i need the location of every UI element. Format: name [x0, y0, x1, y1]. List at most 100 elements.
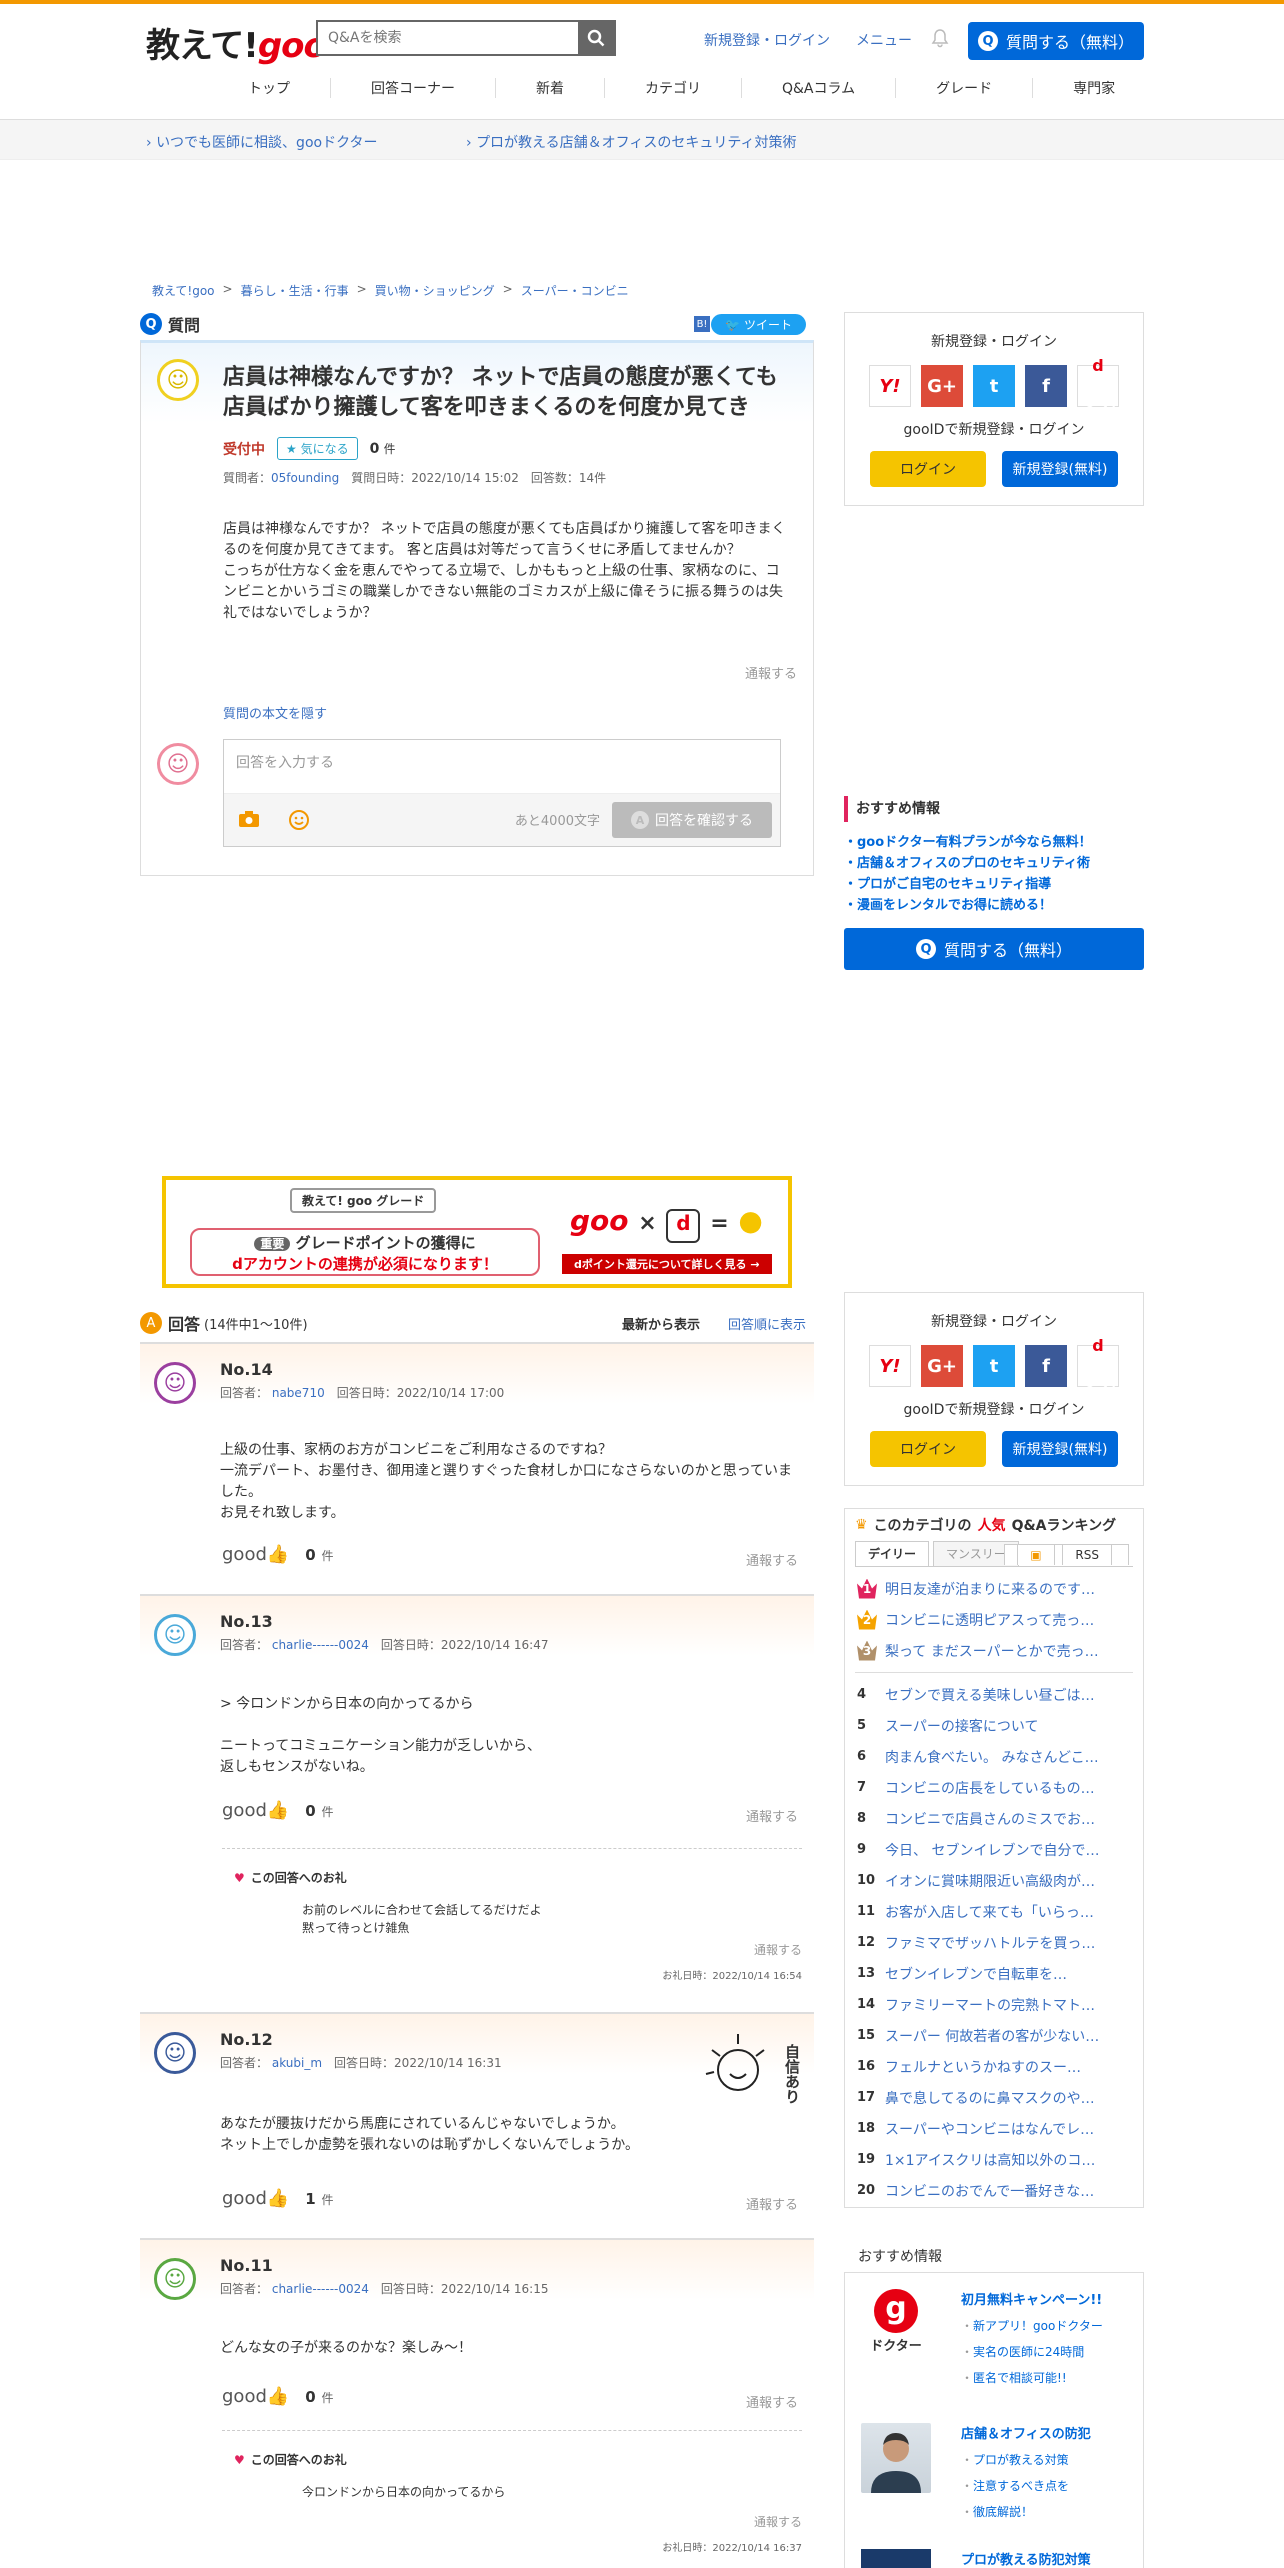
login-button[interactable]: ログイン	[870, 1431, 986, 1467]
twitter-login-icon[interactable]: t	[973, 365, 1015, 407]
good-button[interactable]: good👍 0 件	[222, 1544, 333, 1565]
bell-icon[interactable]	[930, 28, 950, 48]
search-input[interactable]	[318, 22, 578, 54]
ranking-item[interactable]: 20 コンビニのおでんで一番好きな…	[845, 2175, 1143, 2206]
promo-link-doctor[interactable]: › いつでも医師に相談、gooドクター	[146, 132, 378, 152]
ranking-item[interactable]: 4 セブンで買える美味しい昼ごは…	[845, 1679, 1143, 1710]
breadcrumb-item[interactable]: 教えて!goo	[152, 282, 215, 299]
ranking-item[interactable]: 7 コンビニの店長をしているもの…	[845, 1772, 1143, 1803]
ranking-item[interactable]: 6 肉まん食べたい。 みなさんどこ…	[845, 1741, 1143, 1772]
search-button[interactable]	[578, 22, 614, 54]
answerer-link[interactable]: charlie------0024	[272, 1638, 369, 1652]
ranking-item[interactable]: 1 明日友達が泊まりに来るのです…	[845, 1573, 1143, 1604]
yahoo-login-icon[interactable]: Y!	[869, 365, 911, 407]
breadcrumb-item[interactable]: 買い物・ショッピング	[375, 282, 495, 299]
answer-line-blank	[220, 1715, 800, 1736]
recommend-item[interactable]: ・プロがご自宅のセキュリティ指導	[844, 874, 1144, 895]
answerer-link[interactable]: akubi_m	[272, 2056, 322, 2070]
good-button[interactable]: good👍 0 件	[222, 1800, 333, 1821]
ranking-item[interactable]: 18 スーパーやコンビニはなんでレ…	[845, 2113, 1143, 2144]
rank-number: 19	[857, 2152, 876, 2167]
ranking-item[interactable]: 17 鼻で息してるのに鼻マスクのや…	[845, 2082, 1143, 2113]
dpoint-cta[interactable]: dポイント還元について詳しく見る →	[562, 1254, 772, 1274]
ranking-item[interactable]: 13 セブンイレブンで自転車を…	[845, 1958, 1143, 1989]
site-logo[interactable]: 教えて!goo	[146, 18, 327, 67]
grade-banner[interactable]: 教えて! goo グレード 重要 グレードポイントの獲得に dアカウントの連携が…	[162, 1176, 792, 1288]
ranking-item[interactable]: 14 ファミリーマートの完熟トマト…	[845, 1989, 1143, 2020]
facebook-login-icon[interactable]: f	[1025, 1345, 1067, 1387]
ranking-item[interactable]: 15 スーパー 何故若者の客が少ない…	[845, 2020, 1143, 2051]
ranking-item[interactable]: 2 コンビニに透明ピアスって売っ…	[845, 1604, 1143, 1635]
recommend-security-2[interactable]: プロが教える防犯対策	[861, 2549, 1131, 2568]
heart-icon: ♥	[234, 2453, 245, 2467]
docomo-login-icon[interactable]: d ログイン	[1077, 1336, 1119, 1401]
tweet-button[interactable]: 🐦 ツイート	[711, 314, 806, 335]
answerer-link[interactable]: nabe710	[272, 1386, 325, 1400]
breadcrumb-item[interactable]: 暮らし・生活・行事	[241, 282, 349, 299]
google-login-icon[interactable]: G+	[921, 365, 963, 407]
report-link[interactable]: 通報する	[746, 1550, 798, 1569]
thanks-report-link[interactable]: 通報する	[754, 1941, 802, 1958]
rank-number: 13	[857, 1966, 876, 1981]
report-link[interactable]: 通報する	[745, 663, 797, 682]
promo-link-security[interactable]: › プロが教える店舗＆オフィスのセキュリティ対策術	[466, 132, 797, 152]
tab-daily[interactable]: デイリー	[855, 1541, 930, 1566]
ranking-item[interactable]: 10 イオンに賞味期限近い高級肉が…	[845, 1865, 1143, 1896]
thanks-title: ♥ この回答へのお礼	[234, 1869, 347, 1886]
good-button[interactable]: good👍 1 件	[222, 2188, 333, 2209]
ranking-item[interactable]: 16 フェルナというかねすのスー…	[845, 2051, 1143, 2082]
asker-link[interactable]: 05founding	[271, 471, 339, 485]
ranking-item[interactable]: 8 コンビニで店員さんのミスでお…	[845, 1803, 1143, 1834]
nav-answer-corner[interactable]: 回答コーナー	[330, 78, 495, 98]
ranking-item[interactable]: 11 お客が入店して来ても「いらっ…	[845, 1896, 1143, 1927]
recommend-item[interactable]: ・漫画をレンタルでお得に読める！	[844, 895, 1144, 916]
nav-expert[interactable]: 専門家	[1032, 78, 1155, 98]
nav-new[interactable]: 新着	[495, 78, 604, 98]
recommend-security[interactable]: 店舗＆オフィスの防犯 プロが教える対策 注意するべき点を 徹底解説！	[861, 2423, 1131, 2533]
report-link[interactable]: 通報する	[746, 2194, 798, 2213]
recommend-item[interactable]: ・店舗＆オフィスのプロのセキュリティ術	[844, 853, 1144, 874]
nav-top[interactable]: トップ	[208, 78, 330, 98]
menu-link[interactable]: メニュー	[856, 30, 912, 50]
nav-qa-column[interactable]: Q&Aコラム	[741, 78, 895, 98]
thanks-report-link[interactable]: 通報する	[754, 2513, 802, 2530]
nav-category[interactable]: カテゴリ	[604, 78, 741, 98]
sort-newest[interactable]: 最新から表示	[622, 1314, 700, 1333]
docomo-login-icon[interactable]: d ログイン	[1077, 356, 1119, 421]
ask-question-button-side[interactable]: Q 質問する（無料）	[844, 928, 1144, 970]
hatena-bookmark-button[interactable]: B!	[694, 316, 710, 332]
register-button[interactable]: 新規登録(無料)	[1002, 451, 1118, 487]
register-button[interactable]: 新規登録(無料)	[1002, 1431, 1118, 1467]
answerer-avatar: ☺	[154, 2258, 196, 2300]
rank-title: スーパーの接客について	[885, 1718, 1039, 1735]
answerer-link[interactable]: charlie------0024	[272, 2282, 369, 2296]
recommend-doctor[interactable]: g ドクター 初月無料キャンペーン!! 新アプリ！gooドクター 実名の医師に2…	[861, 2289, 1131, 2409]
hide-body-link[interactable]: 質問の本文を隠す	[223, 703, 327, 722]
confirm-answer-button[interactable]: A 回答を確認する	[612, 802, 772, 838]
yahoo-login-icon[interactable]: Y!	[869, 1345, 911, 1387]
ranking-item[interactable]: 3 梨って まだスーパーとかで売っ…	[845, 1635, 1143, 1666]
breadcrumb-item[interactable]: スーパー・コンビニ	[521, 282, 629, 299]
rss-link[interactable]: ▣ RSS	[1004, 1544, 1129, 1565]
twitter-login-icon[interactable]: t	[973, 1345, 1015, 1387]
report-link[interactable]: 通報する	[746, 1806, 798, 1825]
google-login-icon[interactable]: G+	[921, 1345, 963, 1387]
login-button[interactable]: ログイン	[870, 451, 986, 487]
nav-grade[interactable]: グレード	[895, 78, 1032, 98]
report-link[interactable]: 通報する	[746, 2392, 798, 2411]
answer-input[interactable]: 回答を入力する	[224, 740, 780, 794]
ranking-item[interactable]: 9 今日、 セブンイレブンで自分で…	[845, 1834, 1143, 1865]
emoji-icon[interactable]	[288, 809, 310, 831]
favorite-button[interactable]: ★ 気になる	[277, 437, 358, 460]
good-button[interactable]: good👍 0 件	[222, 2386, 333, 2407]
ask-question-button[interactable]: Q 質問する（無料）	[968, 22, 1144, 60]
register-login-link[interactable]: 新規登録・ログイン	[704, 30, 830, 50]
facebook-login-icon[interactable]: f	[1025, 365, 1067, 407]
ranking-item[interactable]: 12 ファミマでザッハトルテを買っ…	[845, 1927, 1143, 1958]
sort-answer-order[interactable]: 回答順に表示	[728, 1314, 806, 1333]
recommend-item[interactable]: ・gooドクター有料プランが今なら無料！	[844, 832, 1144, 853]
camera-icon[interactable]	[238, 810, 260, 828]
ranking-item[interactable]: 5 スーパーの接客について	[845, 1710, 1143, 1741]
rank-number: 6	[857, 1749, 867, 1764]
ranking-item[interactable]: 19 1×1アイスクリは高知以外のコ…	[845, 2144, 1143, 2175]
